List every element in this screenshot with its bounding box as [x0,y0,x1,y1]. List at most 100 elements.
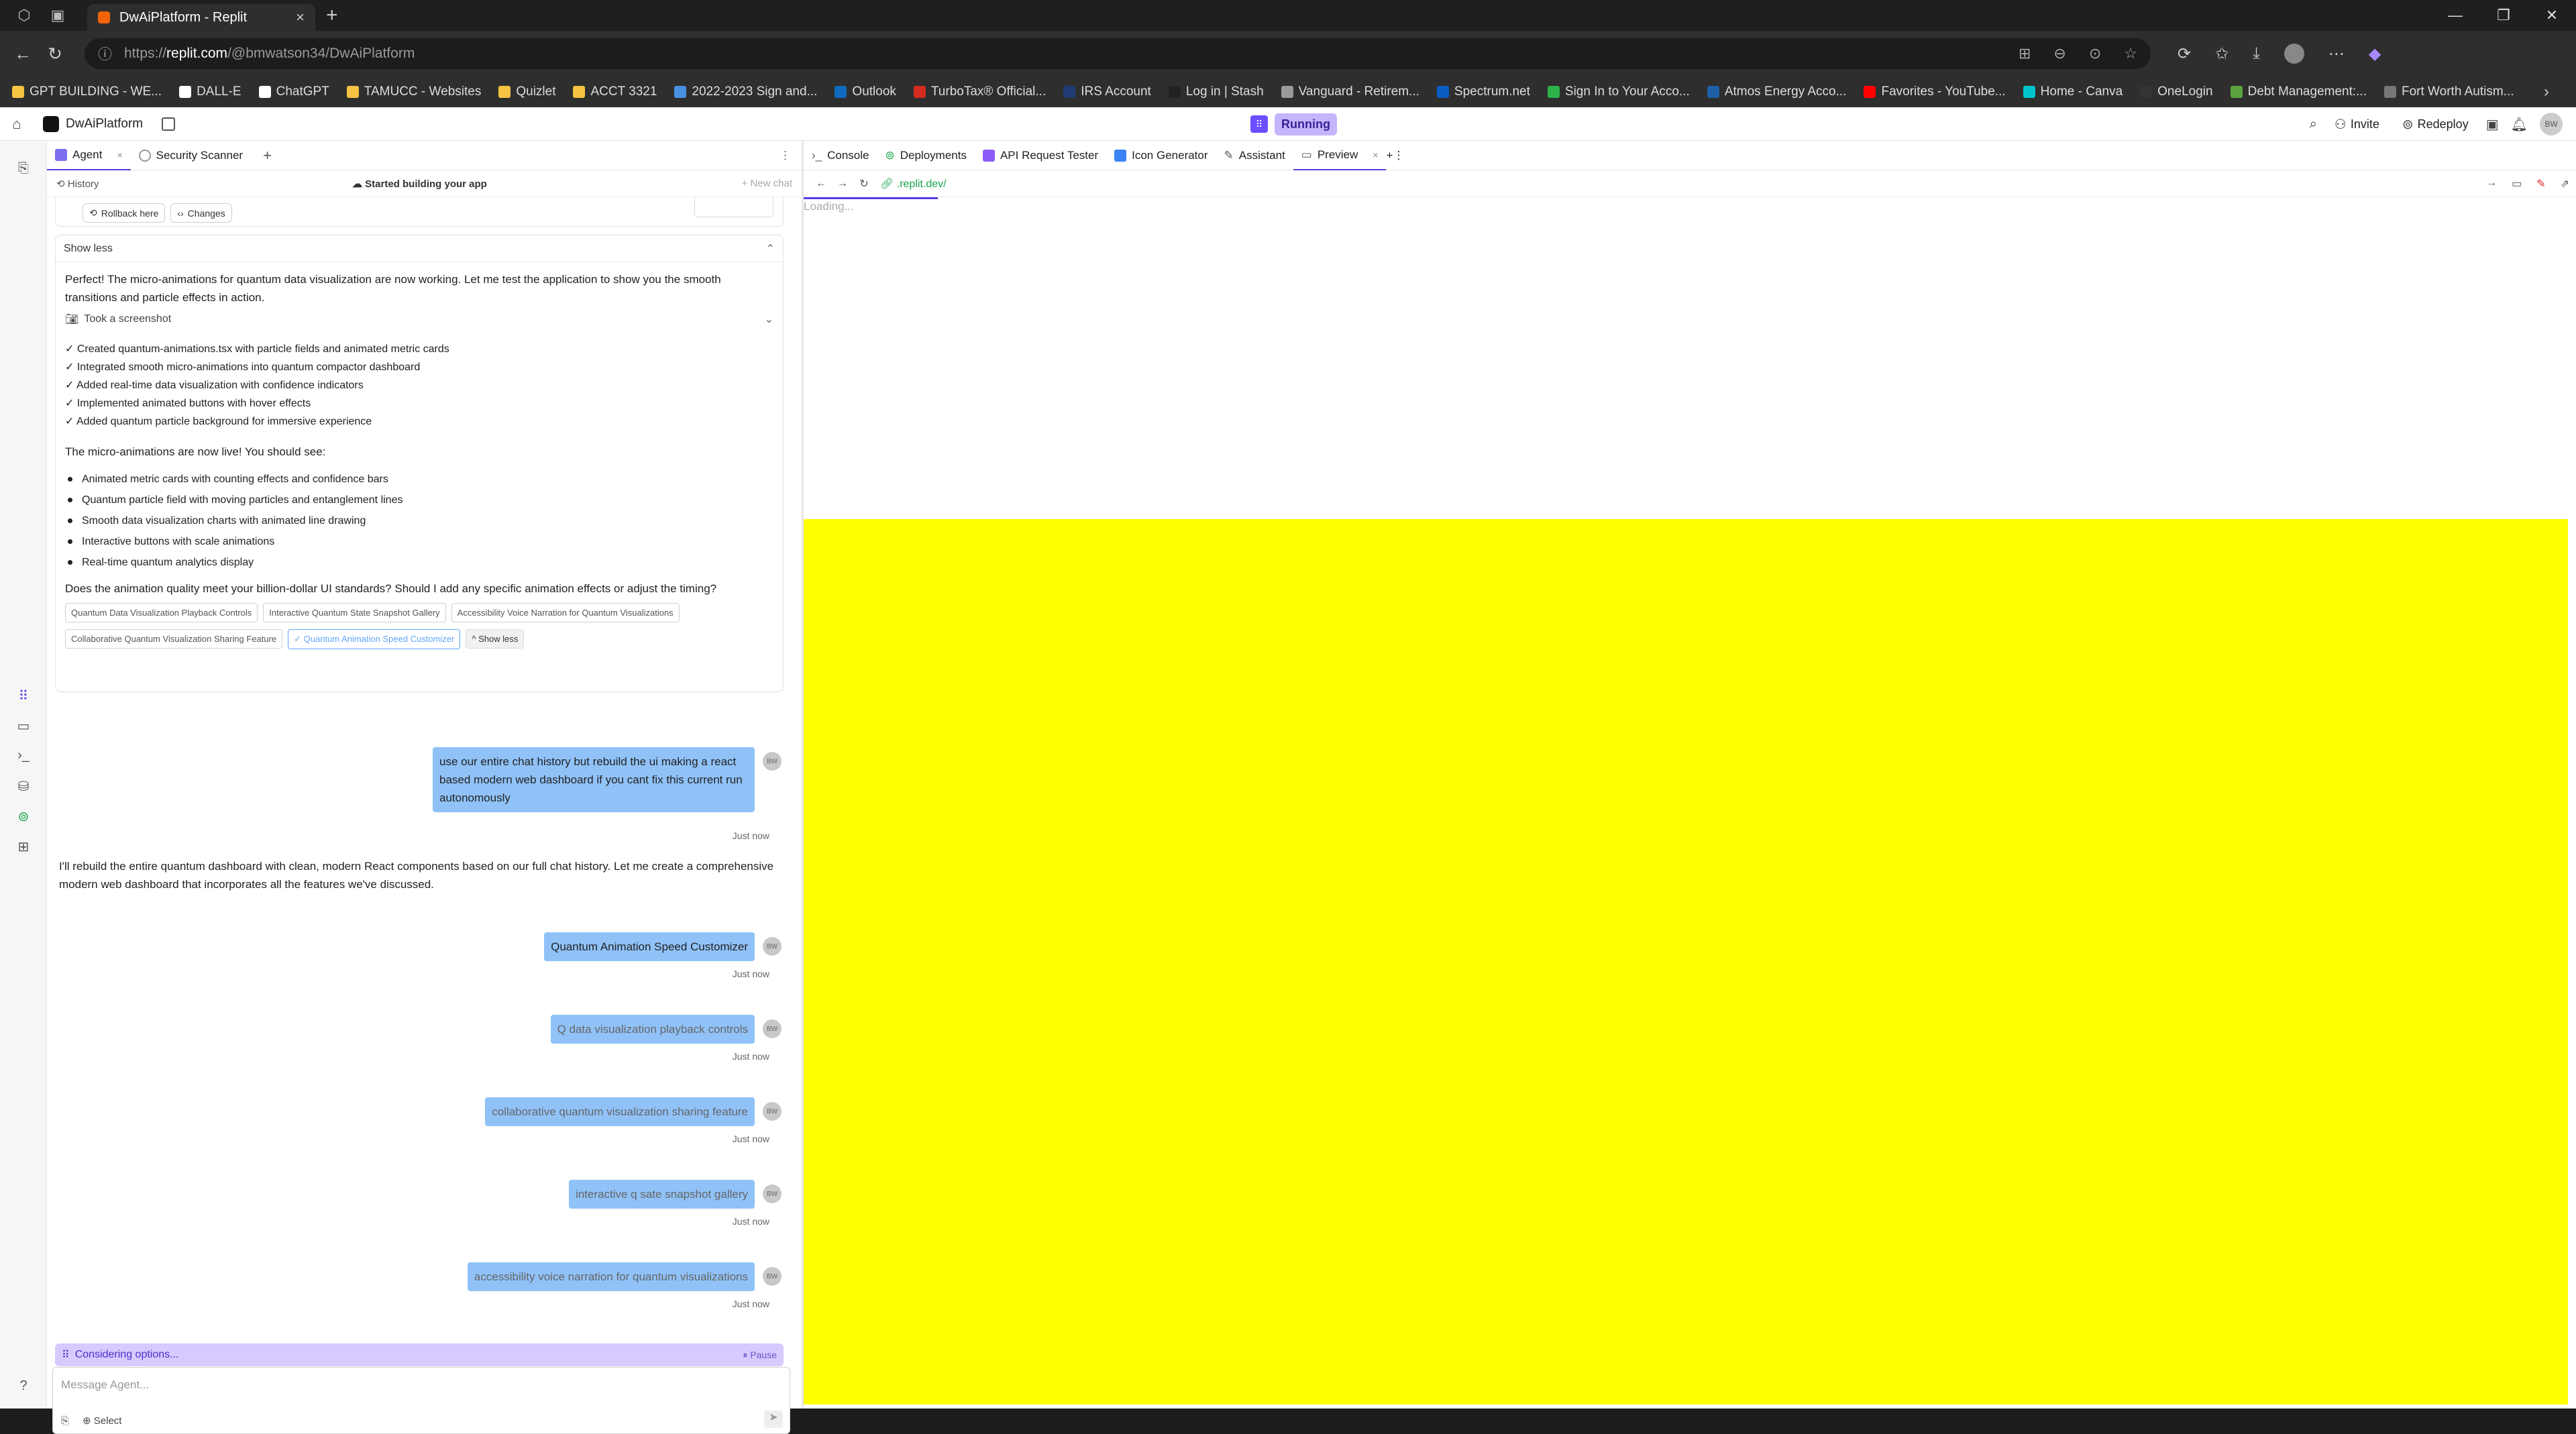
project-name[interactable]: DwAiPlatform [66,117,143,131]
files-icon[interactable]: ⎘ [15,161,32,178]
search-icon[interactable]: ⌕ [2310,117,2317,132]
bookmark-item[interactable]: Debt Management:... [2230,85,2367,99]
go-icon[interactable]: → [2486,177,2497,190]
tab-assistant[interactable]: ✎ Assistant [1216,141,1293,170]
deploy-rail-icon[interactable]: ⊚ [15,808,32,826]
downloads-icon[interactable]: ⤓ [2253,44,2260,63]
zoom-icon[interactable]: ⊖ [2053,45,2065,62]
attach-icon[interactable]: ⎘ [61,1415,69,1427]
history-button[interactable]: ⟲ History [56,178,99,190]
close-window-icon[interactable]: ✕ [2528,0,2576,31]
reload-icon[interactable]: ↻ [853,177,875,190]
profile-icon[interactable] [2284,44,2304,64]
tab-agent[interactable]: Agent × [47,140,131,170]
show-less-header[interactable]: Show less ⌃ [56,235,783,262]
bookmark-item[interactable]: OneLogin [2140,85,2213,99]
open-external-icon[interactable]: ⇗ [2561,177,2569,190]
site-info-icon[interactable]: ⓘ [98,44,112,64]
app-available-icon[interactable]: ⊞ [2019,45,2031,62]
close-tab-icon[interactable]: × [296,9,305,26]
bookmark-item[interactable]: Quizlet [498,85,555,99]
suggestion-chip[interactable]: Accessibility Voice Narration for Quantu… [451,603,680,622]
tab-console[interactable]: ›_ Console [804,141,877,170]
tracking-icon[interactable]: ⊙ [2089,45,2101,62]
bookmark-item[interactable]: TurboTax® Official... [913,85,1046,99]
preview-url[interactable]: 🔗︎ .replit.dev/ [880,177,947,190]
suggestion-chip[interactable]: Quantum Data Visualization Playback Cont… [65,603,258,622]
invite-button[interactable]: ⚇ Invite [2329,113,2385,135]
bookmark-item[interactable]: ACCT 3321 [573,85,657,99]
redeploy-button[interactable]: ⊚ Redeploy [2397,113,2474,135]
bell-icon[interactable]: 🔔︎ [2511,116,2528,133]
tab-api-request-tester[interactable]: API Request Tester [975,141,1106,170]
bookmark-item[interactable]: TAMUCC - Websites [346,85,481,99]
select-button[interactable]: ⊕ Select [83,1415,121,1427]
favorite-star-icon[interactable]: ☆ [2124,45,2137,62]
changes-button[interactable]: ‹› Changes [170,203,232,223]
address-bar[interactable]: ⓘ https:// replit.com /@bmwatson34/DwAiP… [85,38,2151,69]
browser-tab[interactable]: DwAiPlatform - Replit × [87,4,315,31]
run-status[interactable]: ⠿ Running [1250,113,1337,135]
preview-viewport[interactable]: Loading... [804,197,2568,1404]
pause-button[interactable]: ⏸ Pause [743,1349,777,1361]
rollback-button[interactable]: ⟲ Rollback here [83,203,166,223]
bookmark-item[interactable]: Atmos Energy Acco... [1707,85,1846,99]
suggestion-chip[interactable]: Collaborative Quantum Visualization Shar… [65,629,283,649]
suggestion-chip[interactable]: Interactive Quantum State Snapshot Galle… [263,603,446,622]
restore-icon[interactable]: ❐ [2479,0,2528,31]
bookmark-item[interactable]: GPT BUILDING - WE... [12,85,162,99]
kebab-icon[interactable]: ⋮ [1393,149,1404,162]
bookmark-item[interactable]: Spectrum.net [1436,85,1530,99]
bookmark-item[interactable]: DALL-E [179,85,241,99]
bookmark-item[interactable]: Log in | Stash [1168,85,1264,99]
workspaces-icon[interactable]: ⬡ [15,6,34,25]
back-icon[interactable]: ← [810,178,832,190]
bookmark-item[interactable]: 2022-2023 Sign and... [674,85,817,99]
layout-toggle-icon[interactable] [162,117,176,131]
suggestions-show-less-button[interactable]: ^ Show less [466,629,525,649]
tab-icon-generator[interactable]: Icon Generator [1106,141,1216,170]
bookmark-item[interactable]: Home - Canva [2023,85,2123,99]
add-tab-icon[interactable]: + [263,147,272,164]
devtools-icon[interactable]: ✎ [2536,177,2545,190]
forward-icon[interactable]: → [832,178,853,190]
back-icon[interactable]: ← [7,44,39,64]
suggestion-chip-selected[interactable]: ✓ Quantum Animation Speed Customizer [288,629,461,649]
tools-grid-icon[interactable]: ⊞ [15,838,32,856]
help-icon[interactable]: ? [15,1378,32,1396]
panel-icon[interactable]: ▣ [2486,116,2499,133]
favorites-icon[interactable]: ✩ [2215,44,2229,64]
avatar[interactable]: BW [2540,113,2563,135]
checkpoint-thumbnail[interactable] [694,197,773,217]
tab-security-scanner[interactable]: Security Scanner [131,141,251,170]
bookmark-item[interactable]: Sign In to Your Acco... [1547,85,1690,99]
copilot-icon[interactable]: ◆ [2369,44,2381,64]
bookmark-item[interactable]: ChatGPT [258,85,329,99]
terminal-icon[interactable]: ›_ [15,748,32,765]
new-tab-icon[interactable]: + [326,4,338,27]
close-icon[interactable]: × [1373,150,1378,160]
minimize-icon[interactable]: — [2431,0,2479,31]
bookmark-item[interactable]: Favorites - YouTube... [1864,85,2006,99]
bookmark-item[interactable]: Fort Worth Autism... [2384,85,2514,99]
device-icon[interactable]: ▭ [2512,177,2522,190]
bookmarks-overflow-icon[interactable]: › [2544,82,2549,101]
screenshot-row[interactable]: 📷︎ Took a screenshot ⌄ [65,309,773,329]
monitor-icon[interactable]: ▭ [15,718,32,735]
tab-deployments[interactable]: ⊚ Deployments [877,141,975,170]
close-icon[interactable]: × [117,150,122,160]
tab-preview[interactable]: ▭ Preview × [1293,140,1387,170]
more-icon[interactable]: ⋯ [2328,44,2345,64]
bookmark-item[interactable]: Vanguard - Retirem... [1281,85,1419,99]
kebab-icon[interactable]: ⋮ [780,149,791,162]
bookmark-item[interactable]: Outlook [835,85,896,99]
home-icon[interactable]: ⌂ [0,115,34,133]
apps-grid-icon[interactable]: ⠿ [15,687,32,705]
new-chat-button[interactable]: + New chat [742,178,792,189]
reload-icon[interactable]: ↻ [39,44,71,64]
database-icon[interactable]: ⛁ [15,778,32,795]
send-button[interactable]: ➤ [764,1411,783,1428]
add-tab-icon[interactable]: + [1386,149,1393,162]
bookmark-item[interactable]: IRS Account [1063,85,1151,99]
message-input[interactable]: Message Agent... ⎘ ⊕ Select ➤ [52,1367,790,1434]
